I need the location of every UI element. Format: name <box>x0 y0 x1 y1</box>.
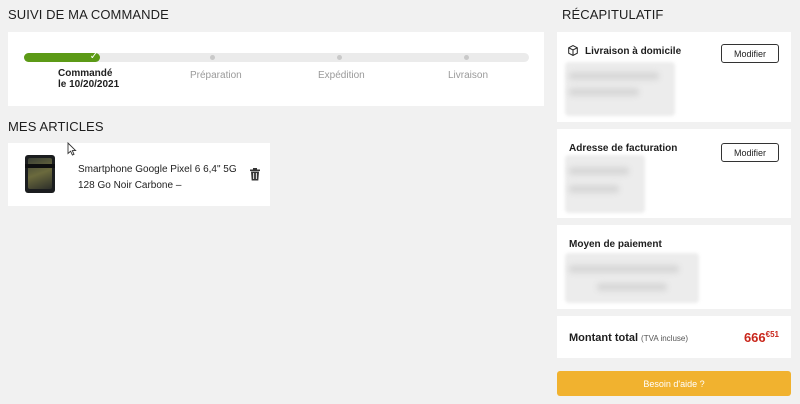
check-icon: ✓ <box>89 51 99 62</box>
step-expedition: Expédition <box>318 70 365 81</box>
total-card: Montant total (TVA incluse) 666€51 <box>557 316 791 358</box>
price-main: 666 <box>743 330 766 345</box>
product-name[interactable]: Smartphone Google Pixel 6 6,4" 5G 128 Go… <box>78 162 248 194</box>
modify-delivery-button[interactable]: Modifier <box>721 44 779 63</box>
payment-method-redacted <box>565 253 699 303</box>
delivery-card: Livraison à domicile Modifier <box>557 32 791 122</box>
summary-title: RÉCAPITULATIF <box>562 7 664 22</box>
package-icon <box>568 45 578 56</box>
billing-title: Adresse de facturation <box>569 143 678 154</box>
order-tracking-card: ✓ Commandé le 10/20/2021 Préparation Exp… <box>8 32 544 106</box>
total-label: Montant total (TVA incluse) <box>569 332 688 344</box>
step-preparation: Préparation <box>190 70 242 81</box>
step-dot-livraison <box>464 55 469 60</box>
billing-address-redacted <box>565 155 645 213</box>
step-livraison: Livraison <box>448 70 489 81</box>
payment-card: Moyen de paiement <box>557 225 791 309</box>
step-dot-preparation <box>210 55 215 60</box>
delivery-title: Livraison à domicile <box>585 46 682 57</box>
total-price: 666€51 <box>744 330 779 345</box>
step-ordered-date: le 10/20/2021 <box>58 79 120 90</box>
step-ordered: Commandé le 10/20/2021 <box>58 68 119 90</box>
product-image <box>25 155 55 193</box>
billing-card: Adresse de facturation Modifier <box>557 129 791 218</box>
total-label-text: Montant total <box>569 332 639 344</box>
modify-billing-button[interactable]: Modifier <box>721 143 779 162</box>
trash-icon[interactable] <box>249 168 261 181</box>
mouse-cursor-icon <box>67 142 77 156</box>
article-item[interactable]: Smartphone Google Pixel 6 6,4" 5G 128 Go… <box>8 143 270 206</box>
step-dot-expedition <box>337 55 342 60</box>
tva-note: (TVA incluse) <box>641 334 689 343</box>
order-tracking-title: SUIVI DE MA COMMANDE <box>8 7 169 22</box>
step-ordered-label: Commandé <box>58 68 113 79</box>
payment-title: Moyen de paiement <box>569 239 662 250</box>
help-button[interactable]: Besoin d'aide ? <box>557 371 791 396</box>
price-cents: €51 <box>765 330 779 339</box>
articles-title: MES ARTICLES <box>8 119 104 134</box>
